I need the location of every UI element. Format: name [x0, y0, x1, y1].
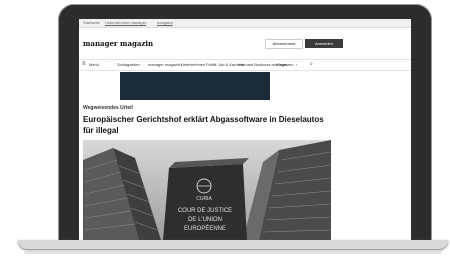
laptop-base [18, 240, 448, 249]
laptop-frame: Startseite Unternehmen manager Ausgabe m… [58, 4, 432, 247]
article: Wegweisendes Urteil Europäischer Gericht… [79, 102, 411, 244]
article-kicker: Wegweisendes Urteil [83, 105, 133, 111]
top-link-startseite[interactable]: Startseite [83, 20, 100, 25]
main-nav: ≡ Menü Schlagzeilen manager magazin+ Unt… [79, 59, 411, 71]
top-link-ausgabe[interactable]: Ausgabe [157, 20, 173, 25]
ad-banner[interactable] [120, 72, 270, 100]
login-button[interactable]: Anmelden [305, 39, 343, 48]
site-header: manager magazin Abonnement Anmelden [79, 28, 411, 56]
article-image[interactable]: CURIA COUR DE JUSTICE DE L'UNION EUROPÉE… [83, 140, 331, 240]
browser-screen: Startseite Unternehmen manager Ausgabe m… [79, 19, 411, 244]
nav-item-unternehmen[interactable]: Unternehmen [181, 62, 205, 67]
top-link-unternehmen[interactable]: Unternehmen manager [105, 20, 146, 25]
chevron-right-icon[interactable]: › [296, 62, 297, 67]
sign-text-line2: COUR DE JUSTICE [178, 208, 232, 214]
menu-icon[interactable]: ≡ [82, 61, 86, 67]
sign-text-line4: EUROPÉENNE [184, 225, 226, 232]
sign-text-curia: CURIA [196, 196, 212, 202]
laptop-shadow [24, 251, 442, 254]
nav-item-mm-plus[interactable]: manager magazin+ [148, 62, 182, 67]
article-headline[interactable]: Europäischer Gerichtshof erklärt Abgasso… [83, 114, 333, 136]
site-logo[interactable]: manager magazin [83, 39, 153, 48]
subscribe-button[interactable]: Abonnement [265, 39, 303, 49]
search-icon[interactable]: ⌕ [310, 61, 313, 67]
court-building-image: CURIA COUR DE JUSTICE DE L'UNION EUROPÉE… [83, 140, 331, 240]
nav-item-finanzen[interactable]: Finanzen [277, 62, 293, 67]
nav-item-schlagzeilen[interactable]: Schlagzeilen [117, 62, 140, 67]
nav-item-politik[interactable]: Politik [206, 62, 217, 67]
sign-text-line3: DE L'UNION [188, 217, 222, 223]
nav-item-menu[interactable]: Menü [89, 62, 99, 67]
top-bar: Startseite Unternehmen manager Ausgabe [79, 19, 411, 28]
